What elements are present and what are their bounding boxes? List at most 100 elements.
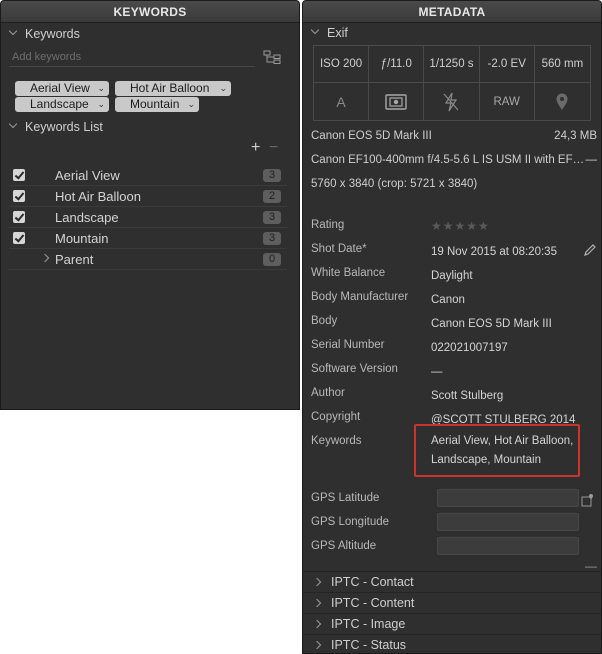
- pencil-icon[interactable]: [583, 243, 597, 257]
- keywords-label: Keywords: [311, 435, 362, 447]
- exif-exposure-comp: -2.0 EV: [479, 46, 535, 83]
- keyword-checkbox[interactable]: [13, 169, 25, 181]
- shot-date-label: Shot Date*: [311, 243, 367, 255]
- exif-iso: ISO 200: [314, 46, 370, 83]
- tag-hot-air-balloon[interactable]: Hot Air Balloon ⌄: [115, 81, 231, 96]
- gps-longitude-label: GPS Longitude: [311, 516, 390, 528]
- iptc-content-section[interactable]: IPTC - Content: [303, 592, 601, 613]
- author-label: Author: [311, 387, 345, 399]
- add-keyword-row: [9, 47, 293, 69]
- keyword-list-item[interactable]: Aerial View 3: [9, 165, 287, 186]
- gps-altitude-input[interactable]: [437, 537, 579, 555]
- rating-label: Rating: [311, 219, 345, 231]
- chevron-right-icon: [303, 619, 331, 630]
- flash-off-icon: [424, 83, 480, 120]
- chevron-down-icon[interactable]: ⌄: [97, 97, 105, 112]
- file-size: 24,3 MB: [554, 130, 597, 142]
- exif-section-header[interactable]: Exif: [303, 23, 601, 43]
- iptc-section-label: IPTC - Contact: [331, 575, 414, 589]
- gps-altitude-label: GPS Altitude: [311, 540, 377, 552]
- body-value: Canon EOS 5D Mark III: [431, 318, 552, 330]
- exif-mode: A: [314, 83, 370, 120]
- white-balance-row: White Balance Daylight: [311, 262, 597, 286]
- chevron-down-icon[interactable]: ⌄: [187, 97, 195, 112]
- author-value[interactable]: Scott Stulberg: [431, 387, 581, 406]
- iptc-section-label: IPTC - Content: [331, 596, 415, 610]
- camera-name: Canon EOS 5D Mark III: [311, 130, 432, 142]
- keywords-panel: KEYWORDS Keywords Aerial View ⌄ Hot Air …: [0, 0, 300, 410]
- rating-row: Rating ★★★★★: [311, 214, 597, 238]
- iptc-status-section[interactable]: IPTC - Status: [303, 634, 601, 653]
- keyword-tree-icon[interactable]: [263, 50, 281, 64]
- chevron-down-icon: [303, 27, 327, 39]
- metadata-panel-title: METADATA: [303, 1, 601, 23]
- metadata-panel: METADATA Exif ISO 200 ƒ/11.0 1/1250 s -2…: [302, 0, 602, 654]
- chevron-down-icon: [1, 121, 25, 133]
- lens-info-row: Canon EF100-400mm f/4.5-5.6 L IS USM II …: [311, 154, 597, 166]
- tag-mountain[interactable]: Mountain ⌄: [115, 97, 199, 112]
- gps-longitude-input[interactable]: [437, 513, 579, 531]
- image-dimensions: 5760 x 3840 (crop: 5721 x 3840): [311, 178, 478, 190]
- map-pin-icon[interactable]: [581, 493, 595, 507]
- software-version-value: —: [431, 366, 443, 378]
- iptc-contact-section[interactable]: IPTC - Contact: [303, 571, 601, 592]
- keyword-list-item-parent[interactable]: Parent 0: [9, 249, 287, 270]
- gps-latitude-input[interactable]: [437, 489, 579, 507]
- keyword-checkbox[interactable]: [13, 190, 25, 202]
- chevron-right-icon: [303, 577, 331, 588]
- rating-stars[interactable]: ★★★★★: [431, 217, 581, 236]
- author-row: Author Scott Stulberg: [311, 382, 597, 406]
- gps-altitude-row: GPS Altitude: [311, 535, 597, 559]
- body-manufacturer-value: Canon: [431, 294, 465, 306]
- software-version-label: Software Version: [311, 363, 398, 375]
- white-balance-value: Daylight: [431, 270, 473, 282]
- software-version-row: Software Version —: [311, 358, 597, 382]
- body-manufacturer-label: Body Manufacturer: [311, 291, 409, 303]
- shot-date-row: Shot Date* 19 Nov 2015 at 08:20:35: [311, 238, 597, 262]
- lens-name: Canon EF100-400mm f/4.5-5.6 L IS USM II …: [311, 154, 585, 166]
- keywords-list-label: Keywords List: [25, 120, 103, 134]
- keyword-list-item[interactable]: Hot Air Balloon 2: [9, 186, 287, 207]
- keyword-count-badge: 2: [263, 190, 281, 203]
- keyword-checkbox[interactable]: [13, 232, 25, 244]
- add-keyword-button[interactable]: +: [251, 139, 260, 157]
- tag-landscape[interactable]: Landscape ⌄: [15, 97, 109, 112]
- body-label: Body: [311, 315, 338, 327]
- lens-extra: —: [585, 154, 598, 166]
- white-balance-label: White Balance: [311, 267, 386, 279]
- exif-shutter: 1/1250 s: [424, 46, 480, 83]
- dimensions-row: 5760 x 3840 (crop: 5721 x 3840): [311, 178, 597, 190]
- keyword-count-badge: 3: [263, 211, 281, 224]
- keywords-section-header[interactable]: Keywords: [1, 24, 299, 44]
- add-keywords-input[interactable]: [9, 47, 255, 67]
- tag-aerial-view[interactable]: Aerial View ⌄: [15, 81, 109, 96]
- remove-keyword-button[interactable]: −: [269, 139, 278, 157]
- keyword-label: Parent: [55, 252, 94, 267]
- chevron-down-icon: [1, 28, 25, 40]
- exif-section-label: Exif: [327, 26, 348, 40]
- keyword-count-badge: 3: [263, 232, 281, 245]
- chevron-down-icon[interactable]: ⌄: [219, 81, 227, 96]
- keyword-label: Aerial View: [55, 168, 120, 183]
- keyword-checkbox[interactable]: [13, 211, 25, 223]
- body-manufacturer-row: Body Manufacturer Canon: [311, 286, 597, 310]
- exif-aperture: ƒ/11.0: [369, 46, 425, 83]
- keyword-list-item[interactable]: Mountain 3: [9, 228, 287, 249]
- keyword-list-item[interactable]: Landscape 3: [9, 207, 287, 228]
- exif-raw: RAW: [480, 83, 535, 120]
- chevron-right-icon[interactable]: [39, 253, 51, 264]
- iptc-image-section[interactable]: IPTC - Image: [303, 613, 601, 634]
- chevron-right-icon: [303, 598, 331, 609]
- keyword-label: Landscape: [55, 210, 119, 225]
- iptc-section-label: IPTC - Status: [331, 638, 407, 652]
- keywords-list-actions: + −: [249, 139, 289, 157]
- exif-summary-grid: ISO 200 ƒ/11.0 1/1250 s -2.0 EV 560 mm A…: [313, 45, 591, 121]
- keyword-label: Mountain: [55, 231, 109, 246]
- chevron-down-icon[interactable]: ⌄: [97, 81, 105, 96]
- copyright-label: Copyright: [311, 411, 361, 423]
- camera-info-row: Canon EOS 5D Mark III 24,3 MB: [311, 130, 597, 142]
- keywords-list-section-header[interactable]: Keywords List: [1, 117, 299, 137]
- tag-label: Hot Air Balloon: [130, 81, 210, 95]
- keyword-count-badge: 0: [263, 253, 281, 266]
- gps-latitude-label: GPS Latitude: [311, 492, 380, 504]
